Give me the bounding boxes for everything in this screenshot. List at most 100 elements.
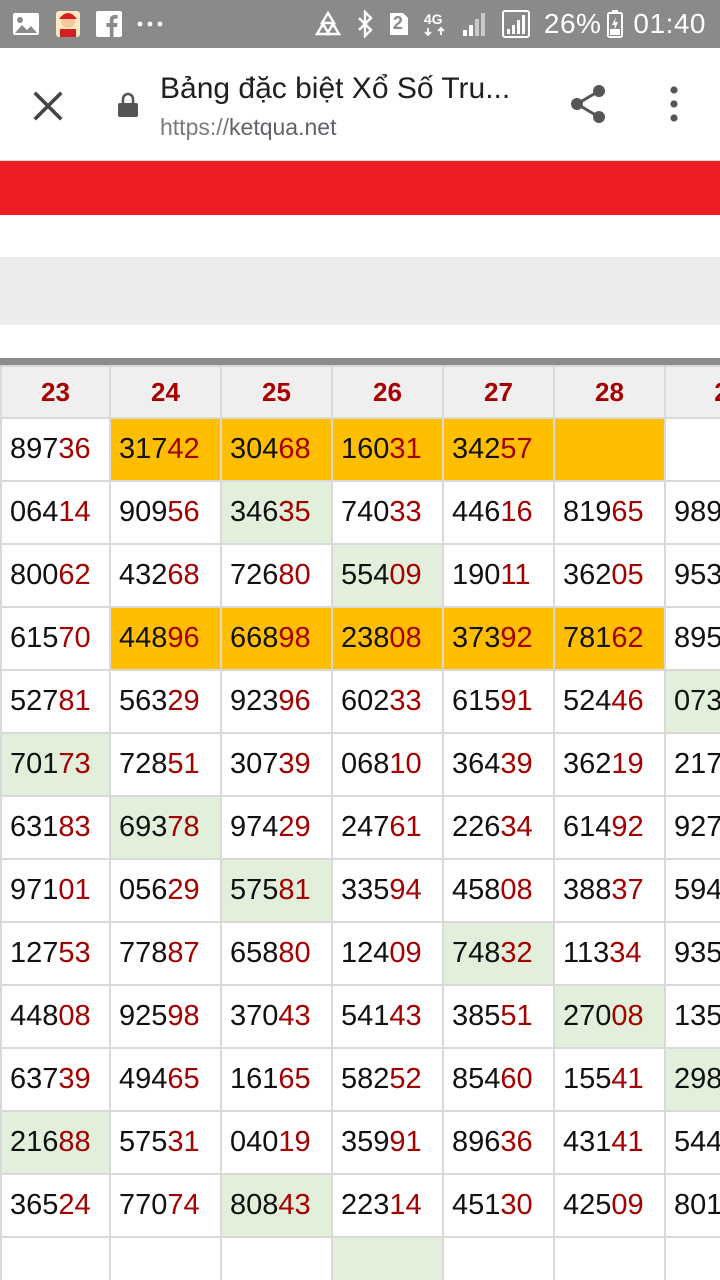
result-cell [220,1236,333,1280]
number-head: 658 [230,937,279,969]
result-cell: 06810 [331,732,444,797]
number-head: 541 [341,1000,390,1032]
number-head: 897 [10,433,59,465]
result-cell: 81965 [553,480,666,545]
table-top-divider [0,358,720,365]
sim2-icon: 2 [388,11,410,37]
number-head: 160 [341,433,390,465]
table-row: 52781 56329 92396 60233 61591 52446 073 [0,669,720,734]
result-cell: 36205 [553,543,666,608]
number-head: 346 [230,496,279,528]
number-tail: 41 [611,1126,644,1158]
result-cell: 72680 [220,543,333,608]
result-cell: 43268 [109,543,222,608]
browser-toolbar: Bảng đặc biệt Xổ Số Tru... https://ketqu… [0,48,720,161]
number-tail: 78 [167,811,200,843]
number-head: 068 [341,748,390,780]
number-head: 602 [341,685,390,717]
number-tail: 41 [611,1063,644,1095]
number-head: 701 [10,748,59,780]
result-cell: 92598 [109,984,222,1049]
number-tail: 98 [167,1000,200,1032]
result-cell [553,417,666,482]
number-head: 927 [674,811,720,843]
number-head: 748 [452,937,501,969]
recycle-icon [314,11,342,37]
result-cell: 89736 [0,417,111,482]
number-head: 362 [563,748,612,780]
result-cell: 16165 [220,1047,333,1112]
number-tail: 68 [278,433,311,465]
result-cell [664,1236,720,1280]
number-tail: 32 [500,937,533,969]
number-tail: 39 [278,748,311,780]
number-tail: 10 [389,748,422,780]
number-tail: 39 [500,748,533,780]
url-text[interactable]: https://ketqua.net [160,114,336,141]
result-cell: 30468 [220,417,333,482]
number-head: 040 [230,1126,279,1158]
result-cell: 42509 [553,1173,666,1238]
number-tail: 51 [167,748,200,780]
share-icon[interactable] [566,82,610,126]
result-cell: 72851 [109,732,222,797]
number-tail: 11 [500,559,531,591]
result-cell: 37392 [442,606,555,671]
result-cell: 04019 [220,1110,333,1175]
number-tail: 81 [278,874,311,906]
result-cell [331,1236,444,1280]
number-head: 726 [230,559,279,591]
number-head: 448 [10,1000,59,1032]
number-head: 124 [341,937,390,969]
result-cell: 44616 [442,480,555,545]
number-head: 524 [563,685,612,717]
number-tail: 60 [500,1063,533,1095]
result-cell: 92396 [220,669,333,734]
result-cell: 36219 [553,732,666,797]
number-head: 364 [452,748,501,780]
close-icon[interactable] [28,86,68,126]
number-head: 615 [452,685,501,717]
table-row: 12753 77887 65880 12409 74832 11334 935 [0,921,720,986]
number-head: 223 [341,1189,390,1221]
result-cell: 74033 [331,480,444,545]
number-tail: 33 [389,685,422,717]
number-head: 335 [341,874,390,906]
number-tail: 09 [389,559,422,591]
number-tail: 51 [500,1000,533,1032]
number-tail: 57 [500,433,533,465]
number-head: 631 [10,811,59,843]
number-tail: 01 [58,874,91,906]
number-tail: 74 [167,1189,200,1221]
result-cell: 21688 [0,1110,111,1175]
result-cell: 935 [664,921,720,986]
results-table-container[interactable]: 2324252627282 89736317423046816031342570… [0,365,720,1280]
number-tail: 08 [611,1000,644,1032]
more-vert-icon[interactable] [664,84,684,124]
number-head: 693 [119,811,168,843]
result-cell: 34635 [220,480,333,545]
number-tail: 92 [500,622,533,654]
number-head: 971 [10,874,59,906]
number-tail: 36 [58,433,91,465]
number-tail: 83 [58,811,91,843]
number-tail: 87 [167,937,200,969]
number-tail: 94 [389,874,422,906]
number-tail: 91 [389,1126,422,1158]
number-head: 385 [452,1000,501,1032]
page-title[interactable]: Bảng đặc biệt Xổ Số Tru... [160,72,510,106]
result-cell: 594 [664,858,720,923]
column-header: 26 [331,365,444,419]
result-cell: 27008 [553,984,666,1049]
result-cell: 45130 [442,1173,555,1238]
gallery-icon [12,12,40,36]
number-tail: 08 [500,874,533,906]
number-head: 431 [563,1126,612,1158]
number-head: 989 [674,496,720,528]
result-cell: 89636 [442,1110,555,1175]
result-cell: 05629 [109,858,222,923]
result-cell [109,1236,222,1280]
result-cell: 12409 [331,921,444,986]
result-cell: 45808 [442,858,555,923]
number-tail: 29 [167,685,200,717]
